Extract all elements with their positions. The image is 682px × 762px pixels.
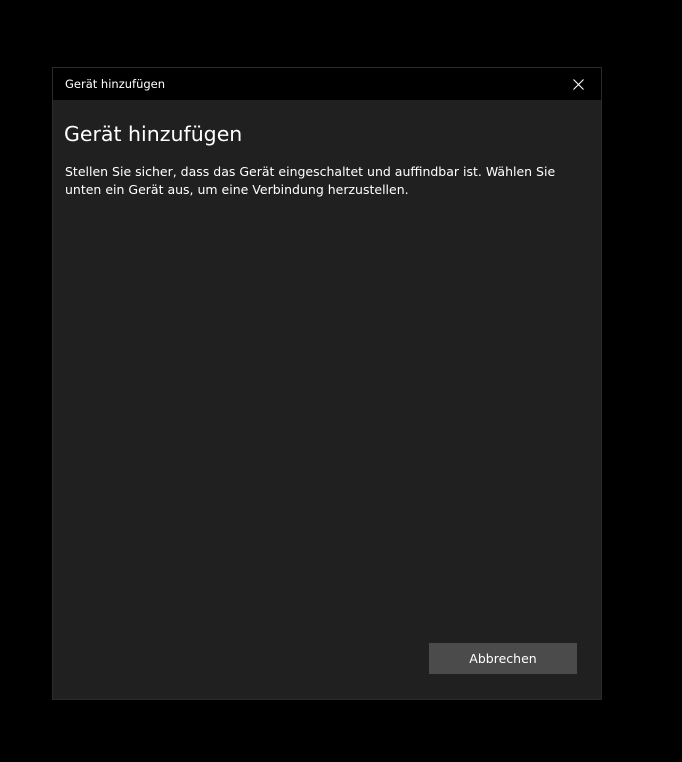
title-bar[interactable]: Gerät hinzufügen [53, 68, 601, 100]
dialog-description: Stellen Sie sicher, dass das Gerät einge… [65, 164, 556, 197]
window-title: Gerät hinzufügen [65, 77, 166, 91]
dialog-heading: Gerät hinzufügen [64, 122, 243, 146]
cancel-button[interactable]: Abbrechen [429, 643, 577, 674]
close-button[interactable] [555, 68, 601, 100]
close-icon [572, 78, 584, 90]
add-device-dialog: Gerät hinzufügen Gerät hinzufügen Stelle… [53, 68, 601, 699]
